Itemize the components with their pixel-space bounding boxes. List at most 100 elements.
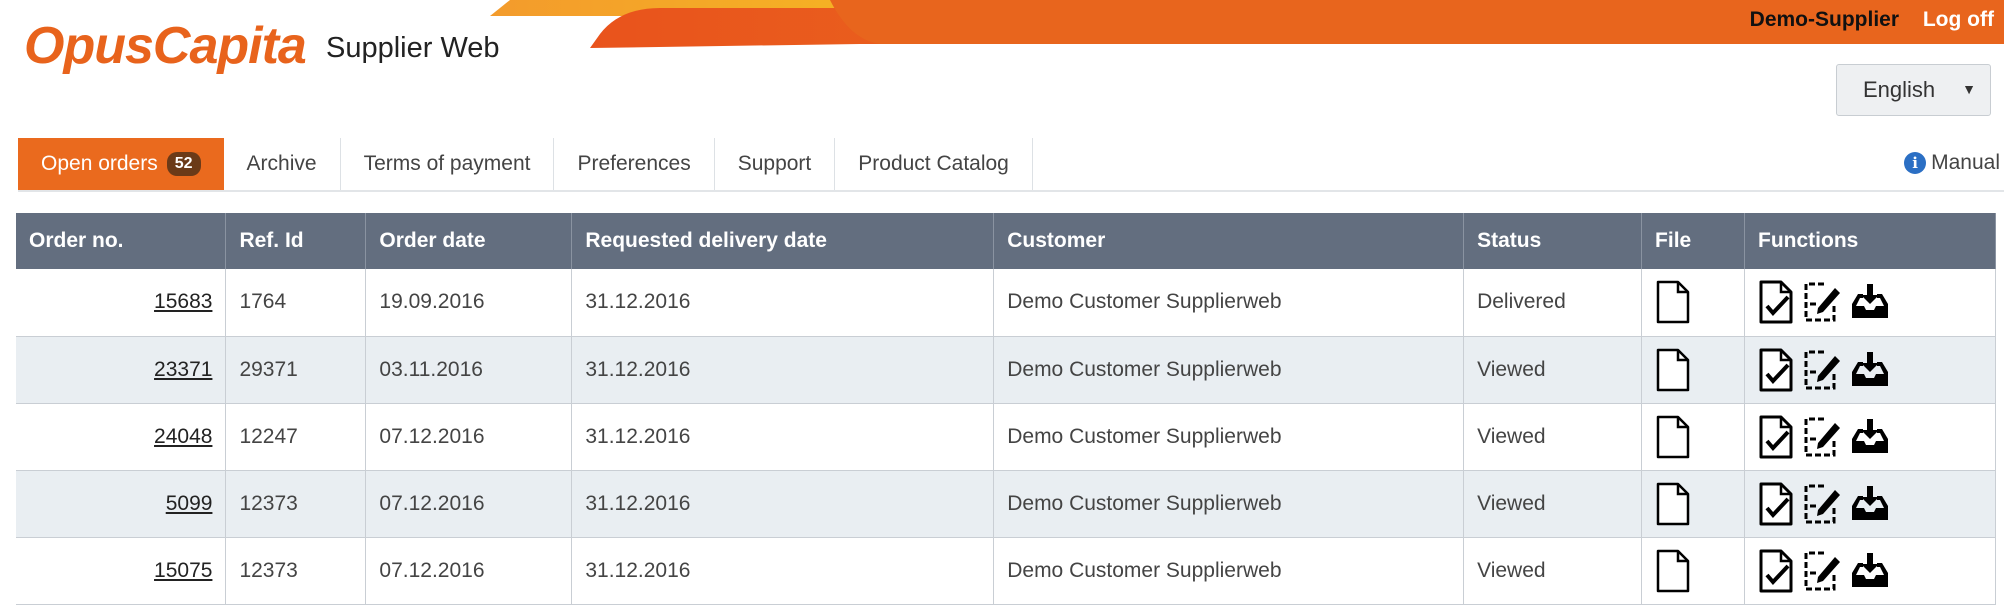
tabs-divider xyxy=(18,190,2004,192)
column-header-file: File xyxy=(1641,213,1745,269)
customer-cell: Demo Customer Supplierweb xyxy=(993,470,1465,538)
functions-cell xyxy=(1744,537,1996,605)
inbox-download-icon[interactable] xyxy=(1848,282,1892,322)
document-check-icon[interactable] xyxy=(1758,348,1796,392)
document-edit-icon[interactable] xyxy=(1802,549,1842,593)
file-cell xyxy=(1641,269,1745,337)
ref-id-cell: 12247 xyxy=(225,403,367,471)
table-row[interactable]: 5099 12373 07.12.2016 31.12.2016 Demo Custom… xyxy=(16,470,1996,538)
tab-archive[interactable]: Archive xyxy=(224,138,341,190)
customer-cell: Demo Customer Supplierweb xyxy=(993,403,1465,471)
language-select[interactable]: English ▼ xyxy=(1836,64,1991,116)
column-header-order-no[interactable]: Order no. xyxy=(16,213,227,269)
tab-terms-of-payment[interactable]: Terms of payment xyxy=(341,138,555,190)
delivery-date-cell: 31.12.2016 xyxy=(571,336,995,404)
status-cell: Viewed xyxy=(1463,470,1643,538)
order-no-cell: 15075 xyxy=(16,537,227,605)
order-no-cell: 15683 xyxy=(16,269,227,337)
orders-table: Order no. Ref. Id Order date Requested d… xyxy=(16,213,1996,605)
column-header-order-date[interactable]: Order date xyxy=(365,213,573,269)
inbox-download-icon[interactable] xyxy=(1848,551,1892,591)
table-header-row: Order no. Ref. Id Order date Requested d… xyxy=(16,213,1996,269)
inbox-download-icon[interactable] xyxy=(1848,417,1892,457)
user-area: Demo-Supplier Log off xyxy=(1732,8,1994,32)
document-icon[interactable] xyxy=(1655,482,1691,526)
tab-label: Open orders xyxy=(41,152,158,175)
ref-id-cell: 29371 xyxy=(225,336,367,404)
document-edit-icon[interactable] xyxy=(1802,280,1842,324)
document-check-icon[interactable] xyxy=(1758,482,1796,526)
functions-cell xyxy=(1744,336,1996,404)
ref-id-cell: 12373 xyxy=(225,537,367,605)
order-no-cell: 5099 xyxy=(16,470,227,538)
functions-cell xyxy=(1744,470,1996,538)
delivery-date-cell: 31.12.2016 xyxy=(571,470,995,538)
order-date-cell: 19.09.2016 xyxy=(365,269,573,337)
order-link[interactable]: 23371 xyxy=(154,358,212,381)
ref-id-cell: 12373 xyxy=(225,470,367,538)
table-row[interactable]: 24048 12247 07.12.2016 31.12.2016 Demo Custo… xyxy=(16,403,1996,471)
order-link[interactable]: 5099 xyxy=(166,492,213,515)
document-edit-icon[interactable] xyxy=(1802,348,1842,392)
document-icon[interactable] xyxy=(1655,280,1691,324)
file-cell xyxy=(1641,537,1745,605)
file-cell xyxy=(1641,336,1745,404)
column-header-status[interactable]: Status xyxy=(1463,213,1643,269)
tab-open-orders[interactable]: Open orders 52 xyxy=(18,138,224,190)
user-name: Demo-Supplier xyxy=(1749,8,1900,31)
document-check-icon[interactable] xyxy=(1758,549,1796,593)
status-cell: Delivered xyxy=(1463,269,1643,337)
table-row[interactable]: 23371 29371 03.11.2016 31.12.2016 Demo Custo… xyxy=(16,336,1996,404)
document-check-icon[interactable] xyxy=(1758,280,1796,324)
document-edit-icon[interactable] xyxy=(1802,415,1842,459)
open-orders-count-badge: 52 xyxy=(166,152,201,176)
inbox-download-icon[interactable] xyxy=(1848,350,1892,390)
app-name: Supplier Web xyxy=(326,32,500,64)
manual-link[interactable]: i Manual xyxy=(1904,151,2000,175)
document-icon[interactable] xyxy=(1655,415,1691,459)
status-cell: Viewed xyxy=(1463,537,1643,605)
customer-cell: Demo Customer Supplierweb xyxy=(993,537,1465,605)
functions-cell xyxy=(1744,269,1996,337)
order-no-cell: 23371 xyxy=(16,336,227,404)
order-link[interactable]: 15683 xyxy=(154,290,212,313)
column-header-customer[interactable]: Customer xyxy=(993,213,1465,269)
logoff-link[interactable]: Log off xyxy=(1923,8,1994,31)
column-header-functions: Functions xyxy=(1744,213,1996,269)
document-edit-icon[interactable] xyxy=(1802,482,1842,526)
app-header: OpusCapita Supplier Web Demo-Supplier Lo… xyxy=(0,0,2004,130)
tab-preferences[interactable]: Preferences xyxy=(554,138,715,190)
customer-cell: Demo Customer Supplierweb xyxy=(993,336,1465,404)
language-value: English xyxy=(1863,77,1936,102)
order-date-cell: 07.12.2016 xyxy=(365,537,573,605)
column-header-delivery-date[interactable]: Requested delivery date xyxy=(571,213,995,269)
status-cell: Viewed xyxy=(1463,336,1643,404)
chevron-down-icon: ▼ xyxy=(1962,81,1976,97)
info-icon: i xyxy=(1904,152,1927,174)
order-date-cell: 07.12.2016 xyxy=(365,403,573,471)
tab-product-catalog[interactable]: Product Catalog xyxy=(835,138,1033,190)
delivery-date-cell: 31.12.2016 xyxy=(571,403,995,471)
document-icon[interactable] xyxy=(1655,348,1691,392)
table-row[interactable]: 15683 1764 19.09.2016 31.12.2016 Demo Custom… xyxy=(16,269,1996,337)
column-header-ref-id[interactable]: Ref. Id xyxy=(225,213,367,269)
document-icon[interactable] xyxy=(1655,549,1691,593)
functions-cell xyxy=(1744,403,1996,471)
ref-id-cell: 1764 xyxy=(225,269,367,337)
status-cell: Viewed xyxy=(1463,403,1643,471)
delivery-date-cell: 31.12.2016 xyxy=(571,537,995,605)
order-date-cell: 03.11.2016 xyxy=(365,336,573,404)
inbox-download-icon[interactable] xyxy=(1848,484,1892,524)
table-row[interactable]: 15075 12373 07.12.2016 31.12.2016 Demo Custo… xyxy=(16,537,1996,605)
delivery-date-cell: 31.12.2016 xyxy=(571,269,995,337)
main-tabs: Open orders 52 Archive Terms of payment … xyxy=(18,138,1033,190)
order-link[interactable]: 15075 xyxy=(154,559,212,582)
order-date-cell: 07.12.2016 xyxy=(365,470,573,538)
customer-cell: Demo Customer Supplierweb xyxy=(993,269,1465,337)
tab-support[interactable]: Support xyxy=(715,138,836,190)
order-link[interactable]: 24048 xyxy=(154,425,212,448)
order-no-cell: 24048 xyxy=(16,403,227,471)
opuscapita-logo: OpusCapita xyxy=(24,17,307,75)
manual-label: Manual xyxy=(1931,151,2000,174)
document-check-icon[interactable] xyxy=(1758,415,1796,459)
